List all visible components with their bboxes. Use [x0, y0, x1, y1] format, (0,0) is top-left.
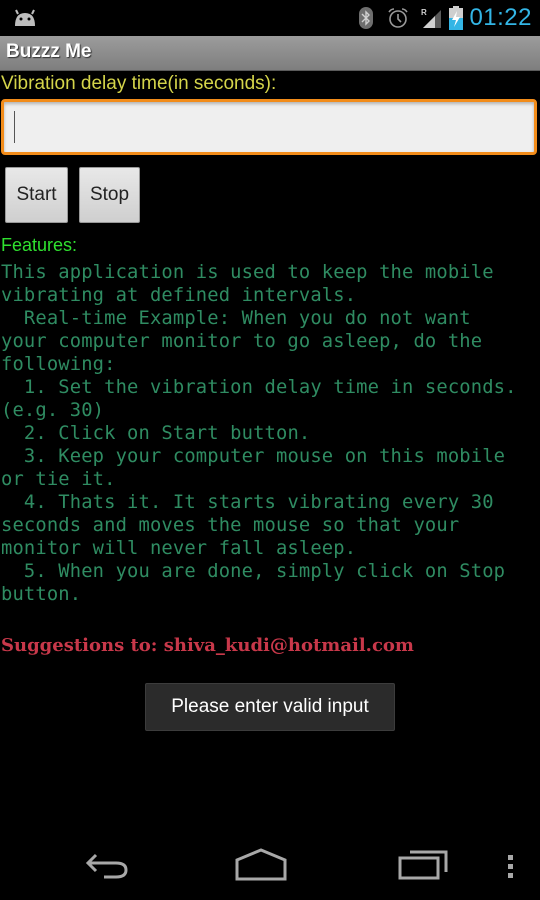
signal-roaming-icon: R [421, 7, 443, 29]
navigation-bar [0, 828, 540, 900]
status-bar: R 01:22 [0, 0, 540, 36]
features-description: This application is used to keep the mob… [1, 262, 517, 605]
start-button[interactable]: Start [5, 167, 68, 223]
delay-time-label: Vibration delay time(in seconds): [1, 73, 277, 94]
text-cursor [14, 111, 15, 143]
toast-message: Please enter valid input [145, 683, 395, 731]
back-icon[interactable] [84, 846, 134, 886]
roaming-label: R [421, 8, 427, 17]
features-heading: Features: [1, 235, 78, 255]
home-icon[interactable] [234, 846, 288, 886]
bluetooth-icon [359, 7, 374, 29]
status-icons: R 01:22 [359, 0, 532, 36]
delay-time-input[interactable] [1, 99, 537, 155]
battery-charging-icon [449, 6, 464, 30]
title-bar: Buzzz Me [0, 36, 540, 71]
recent-apps-icon[interactable] [398, 846, 450, 886]
suggestions-contact: Suggestions to: shiva_kudi@hotmail.com [1, 635, 414, 656]
status-clock: 01:22 [469, 4, 532, 31]
app-title: Buzzz Me [6, 41, 92, 62]
alarm-icon [387, 7, 409, 29]
overflow-menu-icon[interactable] [505, 846, 517, 886]
stop-button[interactable]: Stop [79, 167, 140, 223]
android-notification-icon [12, 9, 38, 31]
